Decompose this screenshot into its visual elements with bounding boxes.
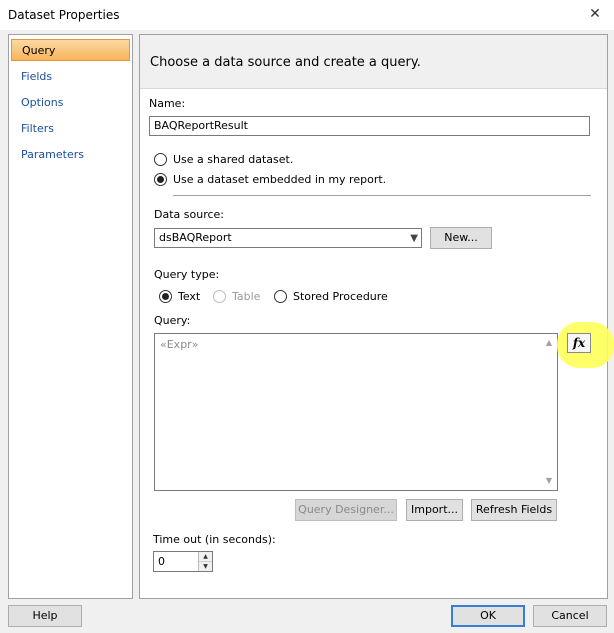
page-header: Choose a data source and create a query. xyxy=(150,55,421,70)
scroll-up-icon[interactable]: ▲ xyxy=(541,336,557,350)
spin-down-icon[interactable]: ▼ xyxy=(199,561,212,570)
embedded-dataset-radio[interactable] xyxy=(154,173,167,186)
cancel-button[interactable]: Cancel xyxy=(533,605,607,627)
name-label: Name: xyxy=(149,97,186,110)
data-source-value: dsBAQReport xyxy=(159,231,232,244)
nav-item-options[interactable]: Options xyxy=(11,92,130,114)
data-source-select[interactable]: dsBAQReport ▼ xyxy=(154,228,422,248)
query-type-text-label: Text xyxy=(178,290,201,303)
query-type-text-radio[interactable] xyxy=(159,290,172,303)
query-type-table-label: Table xyxy=(232,290,261,303)
spin-up-icon[interactable]: ▲ xyxy=(199,552,212,561)
new-data-source-button[interactable]: New... xyxy=(430,227,492,249)
name-input[interactable]: BAQReportResult xyxy=(149,116,590,136)
nav-item-filters[interactable]: Filters xyxy=(11,118,130,140)
query-scrollbar[interactable]: ▲ ▼ xyxy=(541,334,557,490)
divider xyxy=(173,195,591,196)
import-button[interactable]: Import... xyxy=(406,499,463,521)
nav-panel: Query Fields Options Filters Parameters xyxy=(8,34,133,599)
timeout-label: Time out (in seconds): xyxy=(153,533,276,546)
nav-item-parameters[interactable]: Parameters xyxy=(11,144,130,166)
shared-dataset-radio[interactable] xyxy=(154,153,167,166)
refresh-fields-button[interactable]: Refresh Fields xyxy=(471,499,557,521)
query-type-stored-procedure-radio[interactable] xyxy=(274,290,287,303)
scroll-down-icon[interactable]: ▼ xyxy=(541,474,557,488)
embedded-dataset-label: Use a dataset embedded in my report. xyxy=(173,173,387,186)
nav-item-fields[interactable]: Fields xyxy=(11,66,130,88)
nav-item-query[interactable]: Query xyxy=(11,39,130,61)
header-band: Choose a data source and create a query. xyxy=(140,35,607,89)
query-type-label: Query type: xyxy=(154,268,220,281)
shared-dataset-label: Use a shared dataset. xyxy=(173,153,294,166)
close-icon[interactable]: ✕ xyxy=(580,4,610,26)
query-textarea[interactable]: «Expr» ▲ ▼ xyxy=(154,333,558,491)
data-source-label: Data source: xyxy=(154,208,224,221)
stepper-buttons: ▲ ▼ xyxy=(198,552,212,571)
help-button[interactable]: Help xyxy=(8,605,82,627)
query-label: Query: xyxy=(154,314,191,327)
chevron-down-icon: ▼ xyxy=(410,233,418,244)
ok-button[interactable]: OK xyxy=(451,605,525,627)
query-type-stored-procedure-label: Stored Procedure xyxy=(293,290,388,303)
query-placeholder: «Expr» xyxy=(160,338,199,351)
query-designer-button[interactable]: Query Designer... xyxy=(295,499,397,521)
timeout-stepper[interactable]: 0 ▲ ▼ xyxy=(153,551,213,572)
timeout-value: 0 xyxy=(158,555,165,568)
query-type-table-radio xyxy=(213,290,226,303)
title-bar: Dataset Properties ✕ xyxy=(0,0,614,30)
window-title: Dataset Properties xyxy=(8,8,120,22)
expression-fx-button[interactable]: fx xyxy=(567,333,591,353)
